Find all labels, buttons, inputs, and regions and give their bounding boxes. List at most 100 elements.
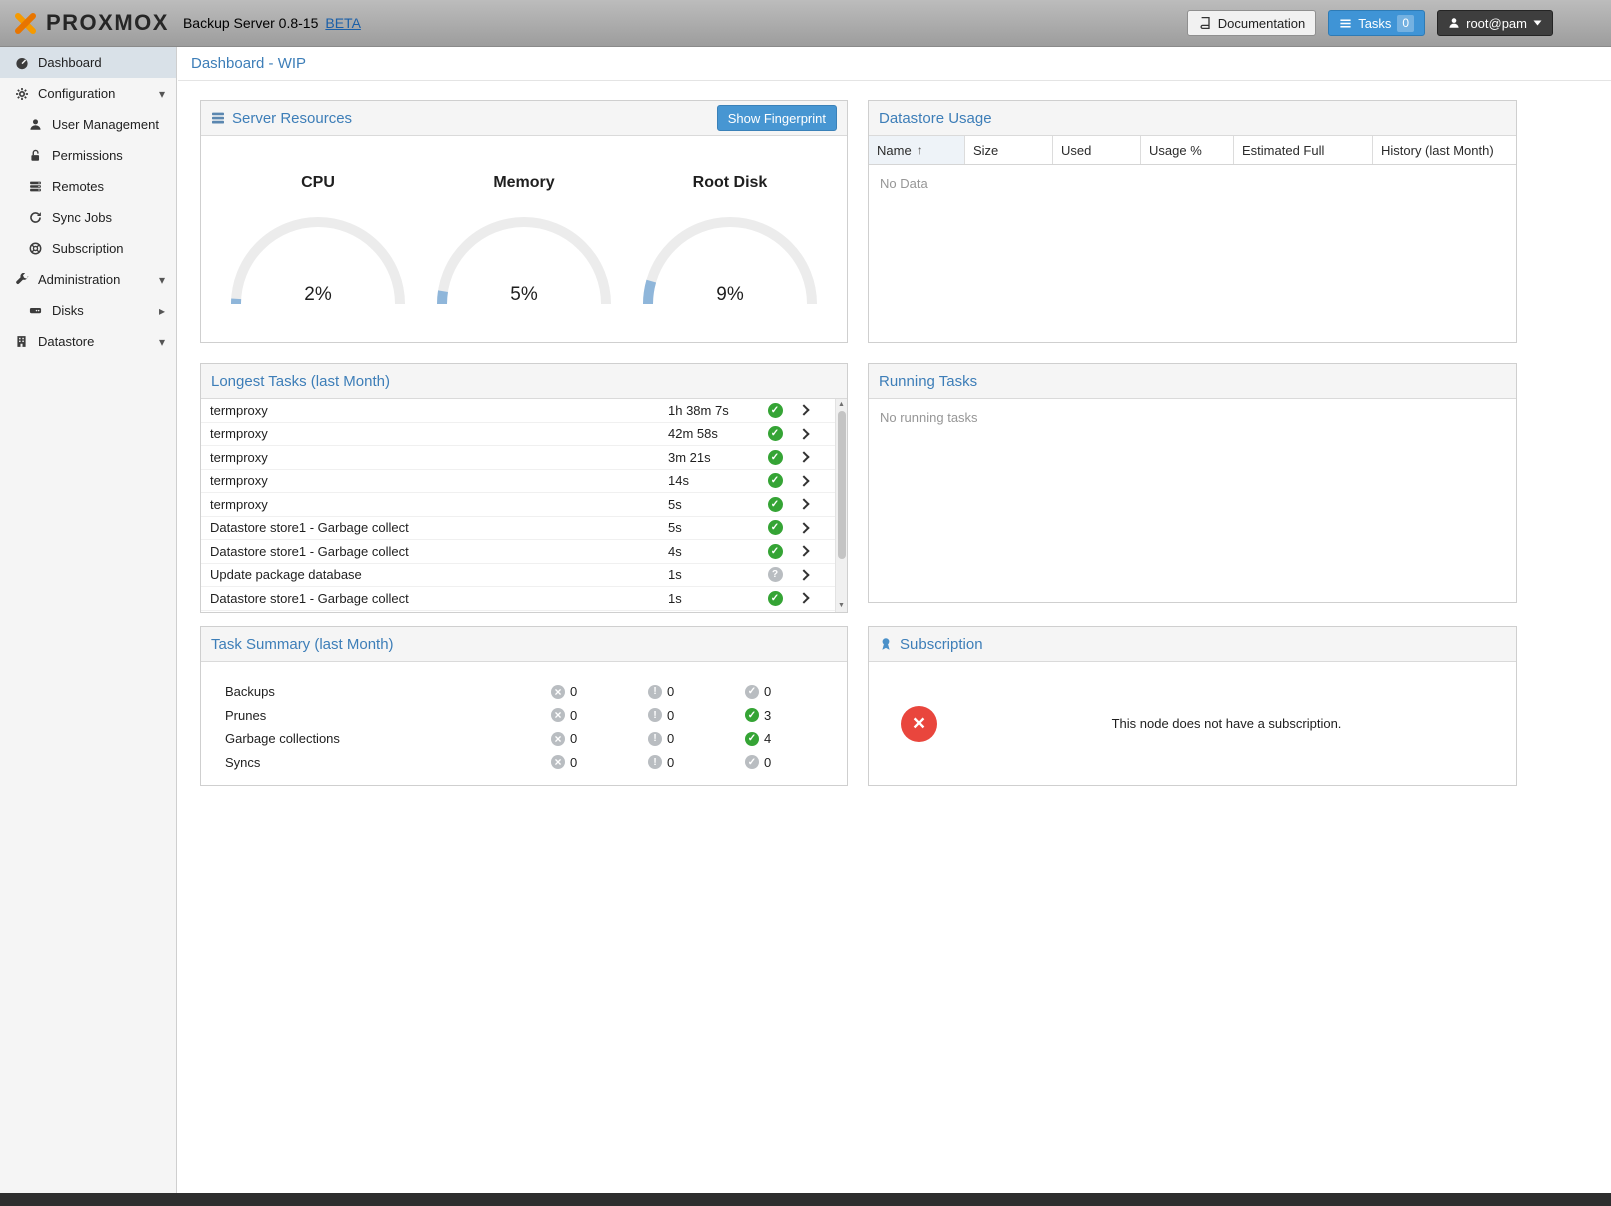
task-detail-button[interactable] — [790, 430, 820, 438]
warning-count: 0 — [667, 684, 674, 699]
chevron-right-icon — [798, 452, 809, 463]
scrollbar-thumb[interactable] — [838, 411, 846, 559]
sidebar-item-sync-jobs[interactable]: Sync Jobs — [0, 202, 176, 233]
show-fingerprint-button[interactable]: Show Fingerprint — [717, 105, 837, 131]
chevron-right-icon — [798, 522, 809, 533]
datastore-usage-header: Datastore Usage — [869, 101, 1516, 136]
task-status-icon — [768, 473, 783, 488]
task-duration: 42m 58s — [668, 426, 760, 441]
chevron-down-icon[interactable]: ▾ — [159, 335, 165, 349]
task-row[interactable]: Update package database 1s — [201, 564, 835, 588]
task-name: Datastore store1 - Garbage collect — [201, 544, 668, 559]
user-menu-button[interactable]: root@pam — [1437, 10, 1553, 36]
sidebar-item-configuration[interactable]: Configuration ▾ — [0, 78, 176, 109]
column-header-estimated-full[interactable]: Estimated Full — [1234, 136, 1373, 164]
sidebar-item-dashboard[interactable]: Dashboard — [0, 47, 176, 78]
panel-title: Task Summary (last Month) — [211, 636, 394, 653]
ok-circle-icon — [745, 708, 759, 722]
task-row[interactable]: termproxy 14s — [201, 470, 835, 494]
task-row[interactable]: termproxy 42m 58s — [201, 423, 835, 447]
longest-tasks-header: Longest Tasks (last Month) — [201, 364, 847, 399]
column-header-used[interactable]: Used — [1053, 136, 1141, 164]
chevron-down-icon[interactable]: ▾ — [159, 273, 165, 287]
sort-asc-icon: ↑ — [917, 143, 923, 157]
ok-count: 4 — [764, 731, 771, 746]
sidebar-item-label: Datastore — [38, 334, 94, 349]
column-label: History (last Month) — [1381, 143, 1494, 158]
task-row[interactable]: termproxy 5s — [201, 493, 835, 517]
task-detail-button[interactable] — [790, 406, 820, 414]
task-duration: 1s — [668, 567, 760, 582]
task-detail-button[interactable] — [790, 453, 820, 461]
scroll-down-icon[interactable]: ▼ — [836, 602, 847, 610]
sidebar-item-datastore[interactable]: Datastore ▾ — [0, 326, 176, 357]
task-status-icon — [768, 567, 783, 582]
task-detail-button[interactable] — [790, 477, 820, 485]
task-summary-header: Task Summary (last Month) — [201, 627, 847, 662]
sidebar-item-disks[interactable]: Disks ▸ — [0, 295, 176, 326]
task-row[interactable]: Datastore store1 - Garbage collect 5s — [201, 517, 835, 541]
top-bar: PROXMOX Backup Server 0.8-15 BETA Docume… — [0, 0, 1611, 47]
task-detail-button[interactable] — [790, 571, 820, 579]
warning-count: 0 — [667, 755, 674, 770]
column-header-usage-pct[interactable]: Usage % — [1141, 136, 1234, 164]
scrollbar[interactable]: ▲ ▼ — [835, 399, 847, 612]
root-disk-gauge: Root Disk 9% — [630, 148, 830, 310]
sidebar-item-label: Disks — [52, 303, 84, 318]
summary-row: Garbage collections 0 0 4 — [201, 727, 847, 751]
documentation-button[interactable]: Documentation — [1187, 10, 1316, 36]
wrench-icon — [13, 273, 30, 287]
sidebar-item-subscription[interactable]: Subscription — [0, 233, 176, 264]
sidebar-item-permissions[interactable]: Permissions — [0, 140, 176, 171]
page-title: Dashboard - WIP — [178, 47, 1611, 81]
main-content: Dashboard - WIP Server Resources Show Fi… — [178, 47, 1611, 1193]
error-circle-icon — [551, 732, 565, 746]
task-name: Datastore store1 - Garbage collect — [201, 591, 668, 606]
chevron-right-icon — [798, 475, 809, 486]
task-name: termproxy — [201, 450, 668, 465]
chevron-right-icon[interactable]: ▸ — [159, 304, 165, 318]
column-header-name[interactable]: Name ↑ — [869, 136, 965, 164]
column-header-size[interactable]: Size — [965, 136, 1053, 164]
column-label: Size — [973, 143, 998, 158]
summary-label: Backups — [201, 684, 551, 699]
sidebar-item-remotes[interactable]: Remotes — [0, 171, 176, 202]
stacked-bars-icon — [211, 111, 225, 125]
error-count: 0 — [570, 708, 577, 723]
task-duration: 5s — [668, 497, 760, 512]
task-status-icon — [768, 403, 783, 418]
task-detail-button[interactable] — [790, 524, 820, 532]
sidebar-item-label: Dashboard — [38, 55, 102, 70]
task-row[interactable]: termproxy 3m 21s — [201, 446, 835, 470]
task-summary-panel: Task Summary (last Month) Backups 0 0 0 … — [200, 626, 848, 786]
column-label: Usage % — [1149, 143, 1202, 158]
longest-tasks-panel: Longest Tasks (last Month) termproxy 1h … — [200, 363, 848, 613]
summary-row: Prunes 0 0 3 — [201, 704, 847, 728]
sidebar-item-label: Sync Jobs — [52, 210, 112, 225]
gauge-value: 9% — [640, 284, 820, 306]
task-status-icon — [768, 544, 783, 559]
error-circle-icon — [551, 685, 565, 699]
sidebar-item-administration[interactable]: Administration ▾ — [0, 264, 176, 295]
chevron-down-icon[interactable]: ▾ — [159, 87, 165, 101]
proxmox-logo: PROXMOX — [12, 10, 169, 37]
task-detail-button[interactable] — [790, 500, 820, 508]
task-row[interactable]: Datastore store1 - Garbage collect 1s — [201, 587, 835, 611]
scroll-up-icon[interactable]: ▲ — [836, 401, 847, 409]
documentation-label: Documentation — [1218, 16, 1305, 31]
cpu-gauge: CPU 2% — [218, 148, 418, 310]
tasks-button[interactable]: Tasks 0 — [1328, 10, 1425, 36]
error-circle-icon — [551, 755, 565, 769]
task-row[interactable]: termproxy 1h 38m 7s — [201, 399, 835, 423]
task-detail-button[interactable] — [790, 594, 820, 602]
column-header-history[interactable]: History (last Month) — [1373, 136, 1516, 164]
tasks-label: Tasks — [1358, 16, 1391, 31]
sidebar-item-label: Permissions — [52, 148, 123, 163]
subscription-panel: Subscription × This node does not have a… — [868, 626, 1517, 786]
error-circle-icon: × — [901, 706, 937, 742]
task-row[interactable]: Datastore store1 - Garbage collect 4s — [201, 540, 835, 564]
task-detail-button[interactable] — [790, 547, 820, 555]
sidebar: Dashboard Configuration ▾ User Managemen… — [0, 47, 177, 1193]
sidebar-item-user-management[interactable]: User Management — [0, 109, 176, 140]
beta-link[interactable]: BETA — [325, 15, 361, 31]
